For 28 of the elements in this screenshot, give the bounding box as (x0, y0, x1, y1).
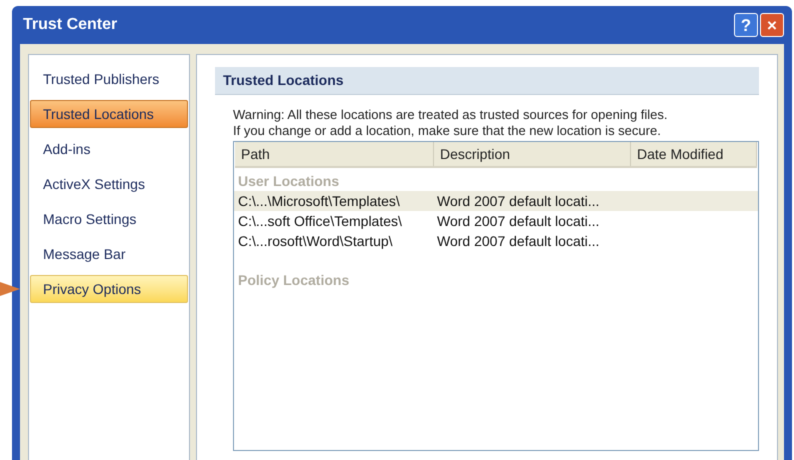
window-title: Trust Center (22, 15, 118, 35)
sidebar-item[interactable]: Trusted Publishers (30, 65, 188, 93)
warning-text: Warning: All these locations are treated as trusted sources for opening files. (233, 107, 669, 123)
table-cell-text: C:\...\Microsoft\Templates\ (237, 192, 401, 211)
sidebar-item[interactable]: Trusted Locations (30, 100, 188, 128)
sidebar-item[interactable]: ActiveX Settings (30, 170, 188, 198)
warning-text: If you change or add a location, make sure that the new location is secure. (233, 123, 662, 139)
section-title: Trusted Locations (223, 71, 344, 90)
group-label: User Locations (238, 172, 340, 190)
sidebar-item[interactable]: Add-ins (30, 135, 188, 163)
sidebar-item[interactable]: Macro Settings (30, 205, 188, 233)
table-row[interactable]: C:\...soft Office\Templates\ Word 2007 default locati... (234, 211, 758, 231)
table-row[interactable]: C:\...\Microsoft\Templates\ Word 2007 default locati... (234, 191, 758, 211)
table-row[interactable]: C:\...rosoft\Word\Startup\ Word 2007 default locati... (234, 231, 758, 251)
column-header[interactable]: Path (235, 142, 434, 166)
column-header[interactable]: Description (434, 142, 631, 166)
help-button[interactable]: ? (734, 13, 758, 37)
group-label: Policy Locations (238, 270, 350, 290)
close-button[interactable]: × (760, 13, 784, 37)
table-cell-text: C:\...rosoft\Word\Startup\ (237, 232, 394, 251)
pointer-arrow-icon (0, 279, 20, 299)
sidebar-item[interactable]: Privacy Options (30, 275, 188, 303)
sidebar-item[interactable]: Message Bar (30, 240, 188, 268)
table-cell-text: Word 2007 default locati... (436, 212, 600, 230)
table-cell-text: Word 2007 default locati... (436, 192, 600, 210)
table-cell-text: C:\...soft Office\Templates\ (237, 212, 403, 231)
column-header[interactable]: Date Modified (631, 142, 757, 166)
table-cell-text: Word 2007 default locati... (436, 232, 600, 250)
